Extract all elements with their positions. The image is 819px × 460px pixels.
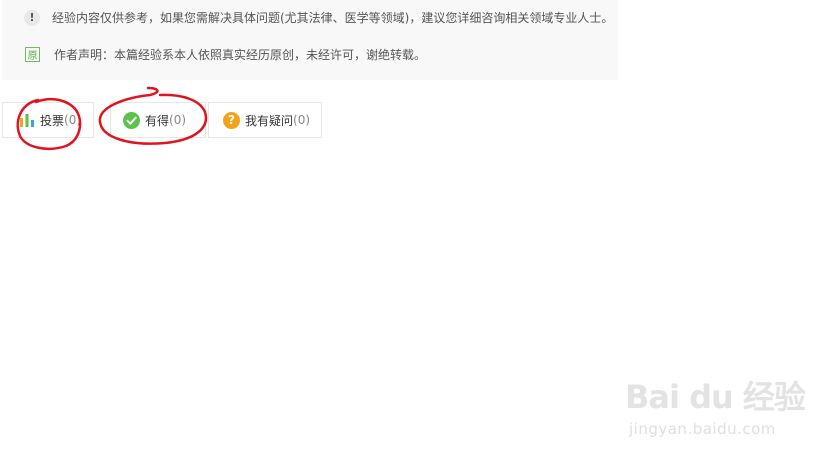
ask-question-label: 我有疑问: [245, 113, 294, 128]
watermark-url: jingyan.baidu.com: [629, 420, 776, 438]
original-badge-icon: 原: [25, 47, 40, 62]
disclaimer-panel: ! 经验内容仅供参考，如果您需解决具体问题(尤其法律、医学等领域)，建议您详细咨…: [2, 0, 618, 80]
got-it-label: 有得: [145, 113, 170, 128]
got-it-button[interactable]: 有得 (0): [110, 102, 206, 138]
check-circle-icon: [123, 111, 140, 129]
baidu-jingyan-watermark: Bai du 经验 jingyan.baidu.com: [625, 372, 806, 442]
ask-question-count: (0): [293, 113, 311, 127]
vote-label: 投票: [40, 113, 65, 128]
ask-question-button[interactable]: ? 我有疑问 (0): [208, 102, 322, 138]
got-it-count: (0): [169, 113, 187, 127]
disclaimer-text: 经验内容仅供参考，如果您需解决具体问题(尤其法律、医学等领域)，建议您详细咨询相…: [52, 11, 614, 25]
bar-chart-icon: [20, 114, 34, 127]
question-circle-icon: ?: [223, 111, 240, 129]
vote-button[interactable]: 投票 (0): [2, 102, 94, 138]
watermark-brand: Bai du 经验: [625, 378, 806, 416]
vote-count: (0): [64, 113, 82, 127]
exclamation-icon: !: [24, 9, 40, 26]
disclaimer-row: ! 经验内容仅供参考，如果您需解决具体问题(尤其法律、医学等领域)，建议您详细咨…: [24, 9, 613, 26]
author-statement-text: 作者声明：本篇经验系本人依照真实经历原创，未经许可，谢绝转载。: [54, 48, 427, 62]
author-statement-row: 原 作者声明：本篇经验系本人依照真实经历原创，未经许可，谢绝转载。: [24, 46, 426, 63]
